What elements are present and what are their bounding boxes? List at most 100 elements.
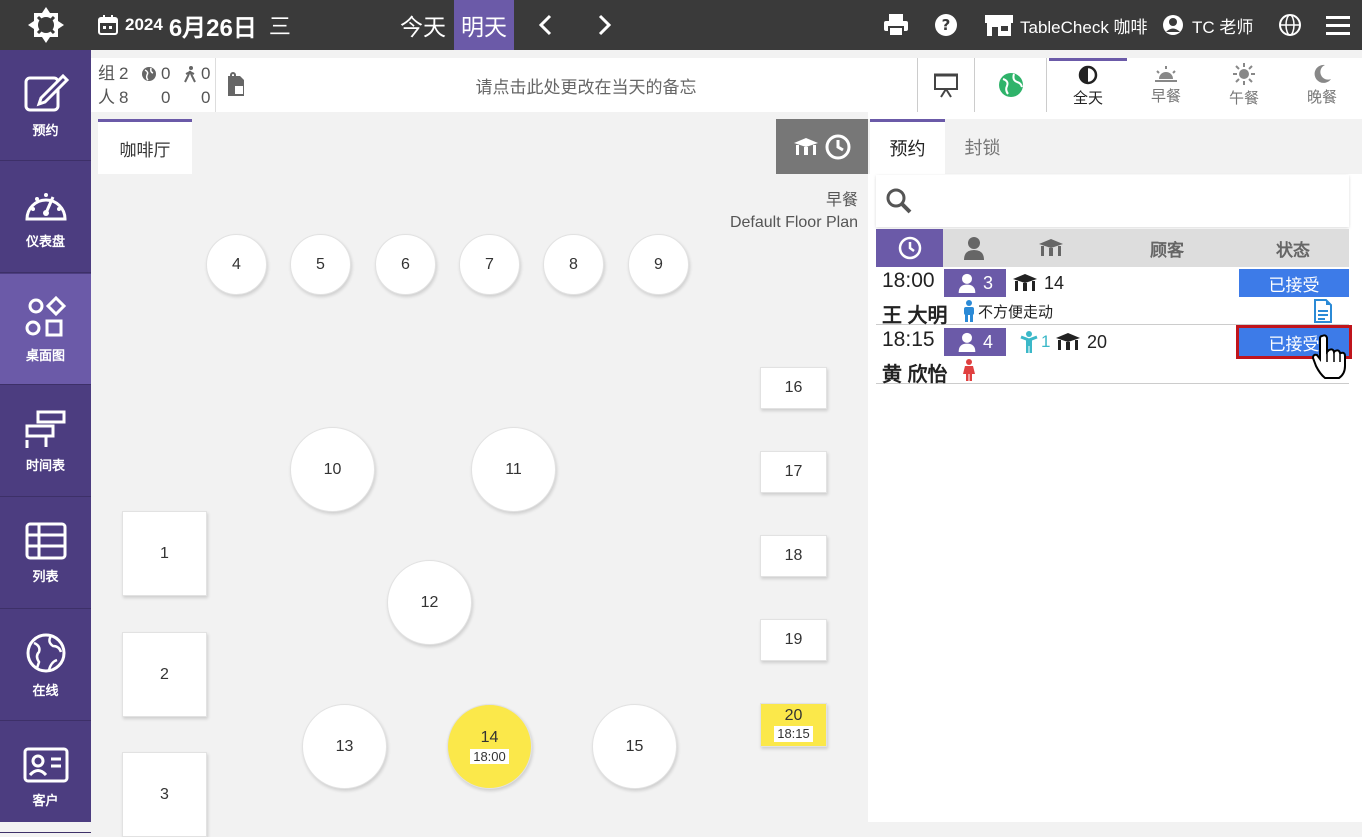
sidebar-item-reservation[interactable]: 预约 bbox=[0, 50, 91, 161]
column-customer[interactable]: 顾客 bbox=[1097, 229, 1237, 267]
table-17[interactable]: 17 bbox=[760, 451, 827, 493]
next-day-button[interactable] bbox=[584, 0, 624, 50]
table-18[interactable]: 18 bbox=[760, 535, 827, 577]
column-status[interactable]: 状态 bbox=[1237, 229, 1349, 267]
sidebar-item-online[interactable]: 在线 bbox=[0, 610, 91, 721]
kids-number: 1 bbox=[1041, 332, 1051, 351]
meal-dinner[interactable]: 晚餐 bbox=[1283, 58, 1361, 112]
search-input[interactable] bbox=[876, 175, 1349, 227]
document-icon bbox=[1314, 299, 1332, 323]
tablecheck-logo-icon[interactable] bbox=[0, 0, 91, 50]
meal-lunch[interactable]: 午餐 bbox=[1205, 58, 1283, 112]
prev-day-button[interactable] bbox=[526, 0, 566, 50]
table-9[interactable]: 9 bbox=[628, 234, 689, 295]
person-icon bbox=[958, 273, 976, 293]
table-label: 17 bbox=[784, 463, 803, 480]
table-label: 9 bbox=[654, 255, 663, 273]
table-label: 11 bbox=[505, 460, 522, 478]
user-circle-icon bbox=[1163, 15, 1183, 35]
list-icon bbox=[25, 522, 66, 559]
party-size-badge: 4 bbox=[944, 328, 1006, 356]
table-10[interactable]: 10 bbox=[290, 427, 375, 512]
party-size: 4 bbox=[982, 331, 993, 352]
table-5[interactable]: 5 bbox=[290, 234, 351, 295]
sort-by-party-button[interactable] bbox=[943, 229, 1005, 267]
floor-plan: 咖啡厅 早餐 Default Floor Plan 4 5 6 7 8 9 10… bbox=[91, 112, 868, 837]
online-status-button[interactable] bbox=[975, 58, 1047, 112]
groups-label: 组 bbox=[98, 64, 115, 83]
meal-all-day[interactable]: 全天 bbox=[1049, 58, 1127, 112]
help-button[interactable]: ? bbox=[928, 0, 964, 50]
sidebar-item-timeline[interactable]: 时间表 bbox=[0, 386, 91, 497]
floor-view-toggle[interactable] bbox=[776, 119, 868, 174]
people-count: 8 bbox=[119, 88, 129, 107]
today-button[interactable]: 今天 bbox=[393, 0, 453, 50]
sidebar-item-dashboard[interactable]: 仪表盘 bbox=[0, 162, 91, 273]
table-6[interactable]: 6 bbox=[375, 234, 436, 295]
search-icon bbox=[886, 188, 912, 214]
sidebar-item-floor-plan[interactable]: 桌面图 bbox=[0, 274, 91, 385]
calendar-icon bbox=[98, 15, 118, 35]
clock-icon bbox=[898, 236, 921, 260]
table-19[interactable]: 19 bbox=[760, 619, 827, 661]
reservation-time: 18:00 bbox=[882, 269, 935, 292]
chevron-right-icon bbox=[598, 14, 612, 36]
table-3[interactable]: 3 bbox=[122, 752, 207, 837]
table-icon bbox=[1056, 333, 1080, 350]
language-button[interactable] bbox=[1272, 0, 1308, 50]
clock-icon bbox=[825, 134, 851, 159]
table-14[interactable]: 14 18:00 bbox=[447, 704, 532, 789]
memo-icon-button[interactable] bbox=[215, 58, 255, 112]
date-picker[interactable]: 2024 6月26日 三 bbox=[97, 0, 291, 50]
meal-breakfast[interactable]: 早餐 bbox=[1127, 58, 1205, 112]
table-11[interactable]: 11 bbox=[471, 427, 556, 512]
table-label: 6 bbox=[401, 255, 410, 273]
presentation-button[interactable] bbox=[917, 58, 975, 112]
table-4[interactable]: 4 bbox=[206, 234, 267, 295]
print-button[interactable] bbox=[878, 0, 914, 50]
tomorrow-button[interactable]: 明天 bbox=[454, 0, 514, 50]
sidebar-item-customers[interactable]: 客户 bbox=[0, 722, 91, 833]
timeline-icon bbox=[25, 410, 65, 448]
chevron-left-icon bbox=[538, 14, 552, 36]
table-label: 7 bbox=[485, 255, 494, 273]
floor-plan-icon bbox=[25, 295, 66, 336]
room-tab-cafe[interactable]: 咖啡厅 bbox=[98, 119, 192, 174]
table-8[interactable]: 8 bbox=[543, 234, 604, 295]
customer-tag-label: 不方便走动 bbox=[978, 303, 1054, 321]
store-icon bbox=[985, 15, 1013, 36]
customer-name: 黄 欣怡 bbox=[882, 364, 948, 386]
table-12[interactable]: 12 bbox=[387, 560, 472, 645]
tab-blocks[interactable]: 封锁 bbox=[945, 119, 1020, 174]
table-icon bbox=[1039, 239, 1063, 256]
daily-memo[interactable]: 请点击此处更改在当天的备忘 bbox=[255, 58, 917, 112]
sidebar-item-label: 在线 bbox=[32, 682, 59, 698]
table-label: 18 bbox=[784, 547, 803, 564]
groups-online-count: 0 bbox=[161, 64, 171, 83]
table-16[interactable]: 16 bbox=[760, 367, 827, 409]
table-2[interactable]: 2 bbox=[122, 632, 207, 717]
date-weekday: 三 bbox=[268, 14, 291, 39]
table-booking-time: 18:15 bbox=[774, 726, 813, 742]
sort-by-table-button[interactable] bbox=[1005, 229, 1097, 267]
table-7[interactable]: 7 bbox=[459, 234, 520, 295]
memo-doc-icon[interactable] bbox=[1313, 299, 1333, 328]
globe-icon bbox=[26, 633, 65, 672]
sidebar-item-list[interactable]: 列表 bbox=[0, 498, 91, 609]
table-13[interactable]: 13 bbox=[302, 704, 387, 789]
user-menu[interactable]: TC 老师 bbox=[1162, 0, 1253, 50]
table-1[interactable]: 1 bbox=[122, 511, 207, 596]
tab-reservations[interactable]: 预约 bbox=[870, 119, 945, 174]
people-label: 人 bbox=[98, 88, 115, 107]
top-bar: 2024 6月26日 三 今天 明天 ? TableCheck 咖啡 TC 老师 bbox=[0, 0, 1362, 50]
table-15[interactable]: 15 bbox=[592, 704, 677, 789]
status-button[interactable]: 已接受 bbox=[1239, 269, 1349, 297]
venue-selector[interactable]: TableCheck 咖啡 bbox=[984, 0, 1148, 50]
table-label: 10 bbox=[323, 460, 342, 478]
table-20[interactable]: 20 18:15 bbox=[760, 703, 827, 747]
sort-by-time-button[interactable] bbox=[876, 229, 943, 267]
reservation-row[interactable]: 18:00 3 14 已接受 王 大明 不方便走动 bbox=[876, 267, 1349, 328]
sidebar-item-label: 桌面图 bbox=[25, 347, 65, 363]
hamburger-menu-button[interactable] bbox=[1320, 0, 1356, 50]
reservation-row[interactable]: 18:15 4 1 20 已接受 黄 欣怡 bbox=[876, 325, 1352, 386]
